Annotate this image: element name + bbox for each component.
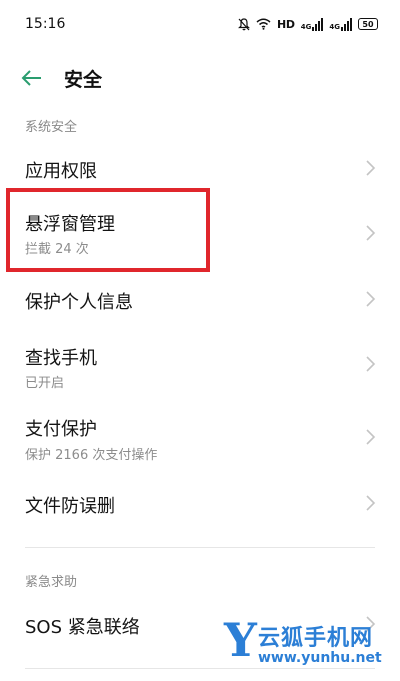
chevron-right-icon	[366, 225, 376, 241]
section-label-emergency: 紧急求助	[25, 575, 78, 590]
signal-icon-2: 4G	[329, 17, 352, 31]
menu-item-title: 查找手机	[25, 348, 97, 369]
watermark-brand: 云狐手机网	[258, 626, 374, 651]
mute-bell-icon	[238, 17, 250, 30]
menu-item-subtitle: 保护 2166 次支付操作	[25, 448, 158, 463]
signal-1-label: 4G	[300, 22, 312, 31]
menu-item-subtitle: 拦截 24 次	[25, 242, 89, 257]
menu-item-floating-window[interactable]: 悬浮窗管理 拦截 24 次	[0, 196, 400, 272]
hd-label: HD	[277, 17, 295, 31]
menu-item-app-permissions[interactable]: 应用权限	[0, 140, 400, 196]
menu-item-title: 保护个人信息	[25, 292, 133, 313]
page-title: 安全	[64, 69, 103, 91]
signal-icon-1: 4G	[300, 17, 324, 31]
chevron-right-icon	[366, 495, 376, 511]
menu-item-title: SOS 紧急联络	[25, 617, 140, 638]
app-header: 安全	[0, 54, 400, 102]
chevron-right-icon	[366, 160, 376, 176]
section-divider	[25, 547, 375, 548]
watermark-url: www.yunhu.net	[258, 650, 382, 666]
menu-item-personal-info[interactable]: 保护个人信息	[0, 272, 400, 328]
watermark-logo: Y 云狐手机网 www.yunhu.net	[220, 612, 400, 672]
back-arrow-icon	[21, 70, 41, 86]
watermark-letter: Y	[224, 613, 257, 667]
chevron-right-icon	[366, 291, 376, 307]
menu-item-title: 文件防误删	[25, 496, 115, 517]
menu-item-payment-protection[interactable]: 支付保护 保护 2166 次支付操作	[0, 400, 400, 474]
menu-item-title: 支付保护	[25, 419, 97, 440]
status-icons: HD 4G 4G 50	[238, 14, 378, 34]
menu-item-file-delete-protection[interactable]: 文件防误删	[0, 474, 400, 532]
chevron-right-icon	[366, 429, 376, 445]
battery-icon: 50	[358, 18, 378, 30]
section-label-system-security: 系统安全	[25, 120, 78, 135]
status-time: 15:16	[25, 16, 66, 32]
wifi-icon	[256, 18, 271, 30]
status-bar: 15:16 HD 4G 4G 50	[0, 0, 400, 54]
menu-item-title: 应用权限	[25, 161, 97, 182]
back-button[interactable]	[16, 64, 48, 92]
menu-item-find-phone[interactable]: 查找手机 已开启	[0, 328, 400, 398]
chevron-right-icon	[366, 356, 376, 372]
signal-2-label: 4G	[329, 22, 340, 31]
menu-item-subtitle: 已开启	[25, 376, 65, 391]
menu-item-title: 悬浮窗管理	[25, 214, 115, 235]
